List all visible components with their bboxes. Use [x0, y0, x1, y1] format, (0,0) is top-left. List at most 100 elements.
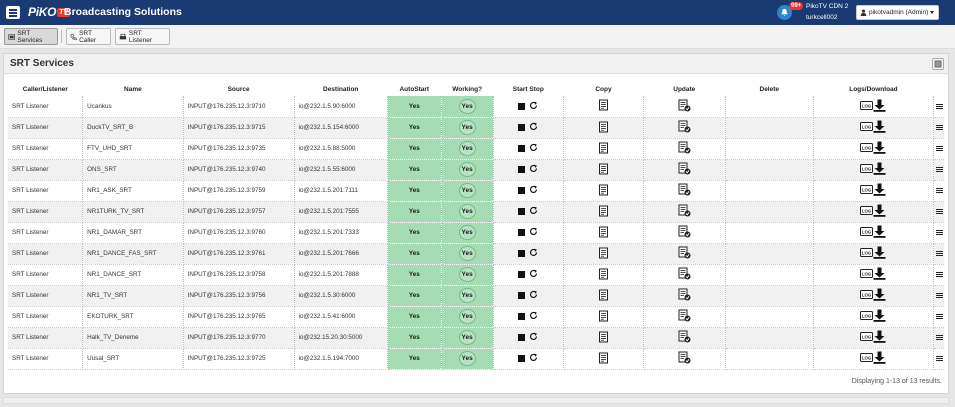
hamburger-menu-button[interactable]	[6, 6, 20, 19]
restart-icon[interactable]	[529, 332, 538, 343]
restart-icon[interactable]	[529, 122, 538, 133]
copy-icon[interactable]	[598, 184, 609, 198]
download-icon[interactable]	[873, 183, 886, 198]
row-menu-icon[interactable]	[935, 124, 943, 132]
update-icon[interactable]	[678, 288, 691, 303]
log-icon[interactable]: LOG	[860, 310, 874, 323]
download-icon[interactable]	[873, 309, 886, 324]
stop-icon[interactable]	[518, 229, 526, 236]
table-row[interactable]: SRT Listener Halk_TV_Deneme INPUT@176.235.…	[8, 327, 944, 349]
copy-icon[interactable]	[598, 205, 609, 219]
download-icon[interactable]	[873, 141, 886, 156]
stop-icon[interactable]	[518, 102, 526, 110]
restart-icon[interactable]	[529, 101, 538, 112]
log-icon[interactable]: LOG	[860, 184, 874, 197]
copy-icon[interactable]	[598, 163, 609, 177]
update-icon[interactable]	[678, 183, 691, 198]
restart-icon[interactable]	[529, 248, 538, 259]
download-icon[interactable]	[873, 351, 886, 366]
row-menu-icon[interactable]	[935, 229, 943, 237]
table-row[interactable]: SRT Listener EKOTURK_SRT INPUT@176.235.12.…	[8, 306, 944, 328]
update-icon[interactable]	[678, 330, 691, 345]
stop-icon[interactable]	[518, 187, 526, 194]
table-row[interactable]: SRT Listener ONS_SRT INPUT@176.235.12.3:97…	[8, 159, 944, 181]
restart-icon[interactable]	[529, 290, 538, 301]
log-icon[interactable]: LOG	[860, 268, 874, 281]
log-icon[interactable]: LOG	[860, 247, 874, 260]
restart-icon[interactable]	[529, 353, 538, 364]
table-row[interactable]: SRT Listener NR1_DANCE_FAS_SRT INPUT@176.2…	[8, 243, 944, 265]
column-chooser-icon[interactable]	[932, 58, 944, 70]
copy-icon[interactable]	[598, 121, 609, 135]
row-menu-icon[interactable]	[935, 250, 943, 258]
row-menu-icon[interactable]	[935, 102, 943, 110]
table-row[interactable]: SRT Listener Ucankus INPUT@176.235.12.3:97…	[8, 96, 944, 118]
update-icon[interactable]	[678, 267, 691, 282]
stop-icon[interactable]	[518, 313, 526, 320]
log-icon[interactable]: LOG	[860, 100, 874, 113]
col-autostart[interactable]: AutoStart	[387, 83, 441, 96]
restart-icon[interactable]	[529, 269, 538, 280]
restart-icon[interactable]	[529, 311, 538, 322]
download-icon[interactable]	[873, 246, 886, 261]
copy-icon[interactable]	[598, 331, 609, 345]
table-row[interactable]: SRT Listener NR1_DAMAR_SRT INPUT@176.235.1…	[8, 222, 944, 244]
log-icon[interactable]: LOG	[860, 352, 874, 365]
row-menu-icon[interactable]	[935, 145, 943, 153]
horizontal-scrollbar[interactable]	[3, 397, 949, 404]
restart-icon[interactable]	[529, 143, 538, 154]
row-menu-icon[interactable]	[935, 334, 943, 342]
copy-icon[interactable]	[598, 99, 609, 113]
stop-icon[interactable]	[518, 271, 526, 278]
update-icon[interactable]	[678, 162, 691, 177]
table-row[interactable]: SRT Listener FTV_UHD_SRT INPUT@176.235.12.…	[8, 138, 944, 160]
update-icon[interactable]	[678, 99, 691, 114]
stop-icon[interactable]	[518, 208, 526, 215]
srt-caller-button[interactable]: SRT Caller	[66, 28, 111, 45]
user-dropdown-button[interactable]: pikotvadmin (Admin)	[856, 5, 939, 20]
table-row[interactable]: SRT Listener NR1TURK_TV_SRT INPUT@176.235.…	[8, 201, 944, 223]
table-row[interactable]: SRT Listener Uusal_SRT INPUT@176.235.12.3:…	[8, 348, 944, 370]
row-menu-icon[interactable]	[935, 271, 943, 279]
col-caller-listener[interactable]: Caller/Listener	[8, 83, 83, 96]
row-menu-icon[interactable]	[935, 166, 943, 174]
copy-icon[interactable]	[598, 268, 609, 282]
download-icon[interactable]	[873, 267, 886, 282]
stop-icon[interactable]	[518, 355, 526, 362]
col-source[interactable]: Source	[183, 83, 294, 96]
update-icon[interactable]	[678, 225, 691, 240]
stop-icon[interactable]	[518, 334, 526, 341]
update-icon[interactable]	[678, 309, 691, 324]
update-icon[interactable]	[678, 204, 691, 219]
stop-icon[interactable]	[518, 145, 526, 152]
table-row[interactable]: SRT Listener DuckTV_SRT_B INPUT@176.235.12…	[8, 117, 944, 139]
download-icon[interactable]	[873, 99, 886, 114]
col-name[interactable]: Name	[83, 83, 184, 96]
copy-icon[interactable]	[598, 142, 609, 156]
col-working[interactable]: Working?	[441, 83, 493, 96]
copy-icon[interactable]	[598, 310, 609, 324]
srt-listener-button[interactable]: SRT Listener	[115, 28, 170, 45]
stop-icon[interactable]	[518, 166, 526, 173]
col-destination[interactable]: Destination	[294, 83, 387, 96]
update-icon[interactable]	[678, 120, 691, 135]
copy-icon[interactable]	[598, 247, 609, 261]
row-menu-icon[interactable]	[935, 292, 943, 300]
row-menu-icon[interactable]	[935, 355, 943, 363]
restart-icon[interactable]	[529, 206, 538, 217]
copy-icon[interactable]	[598, 352, 609, 366]
log-icon[interactable]: LOG	[860, 163, 874, 176]
log-icon[interactable]: LOG	[860, 205, 874, 218]
stop-icon[interactable]	[518, 250, 526, 257]
restart-icon[interactable]	[529, 227, 538, 238]
stop-icon[interactable]	[518, 292, 526, 299]
log-icon[interactable]: LOG	[860, 226, 874, 239]
row-menu-icon[interactable]	[935, 208, 943, 216]
row-menu-icon[interactable]	[935, 313, 943, 321]
log-icon[interactable]: LOG	[860, 142, 874, 155]
download-icon[interactable]	[873, 120, 886, 135]
download-icon[interactable]	[873, 162, 886, 177]
log-icon[interactable]: LOG	[860, 121, 874, 134]
table-row[interactable]: SRT Listener NR1_ASK_SRT INPUT@176.235.12.…	[8, 180, 944, 202]
row-menu-icon[interactable]	[935, 187, 943, 195]
